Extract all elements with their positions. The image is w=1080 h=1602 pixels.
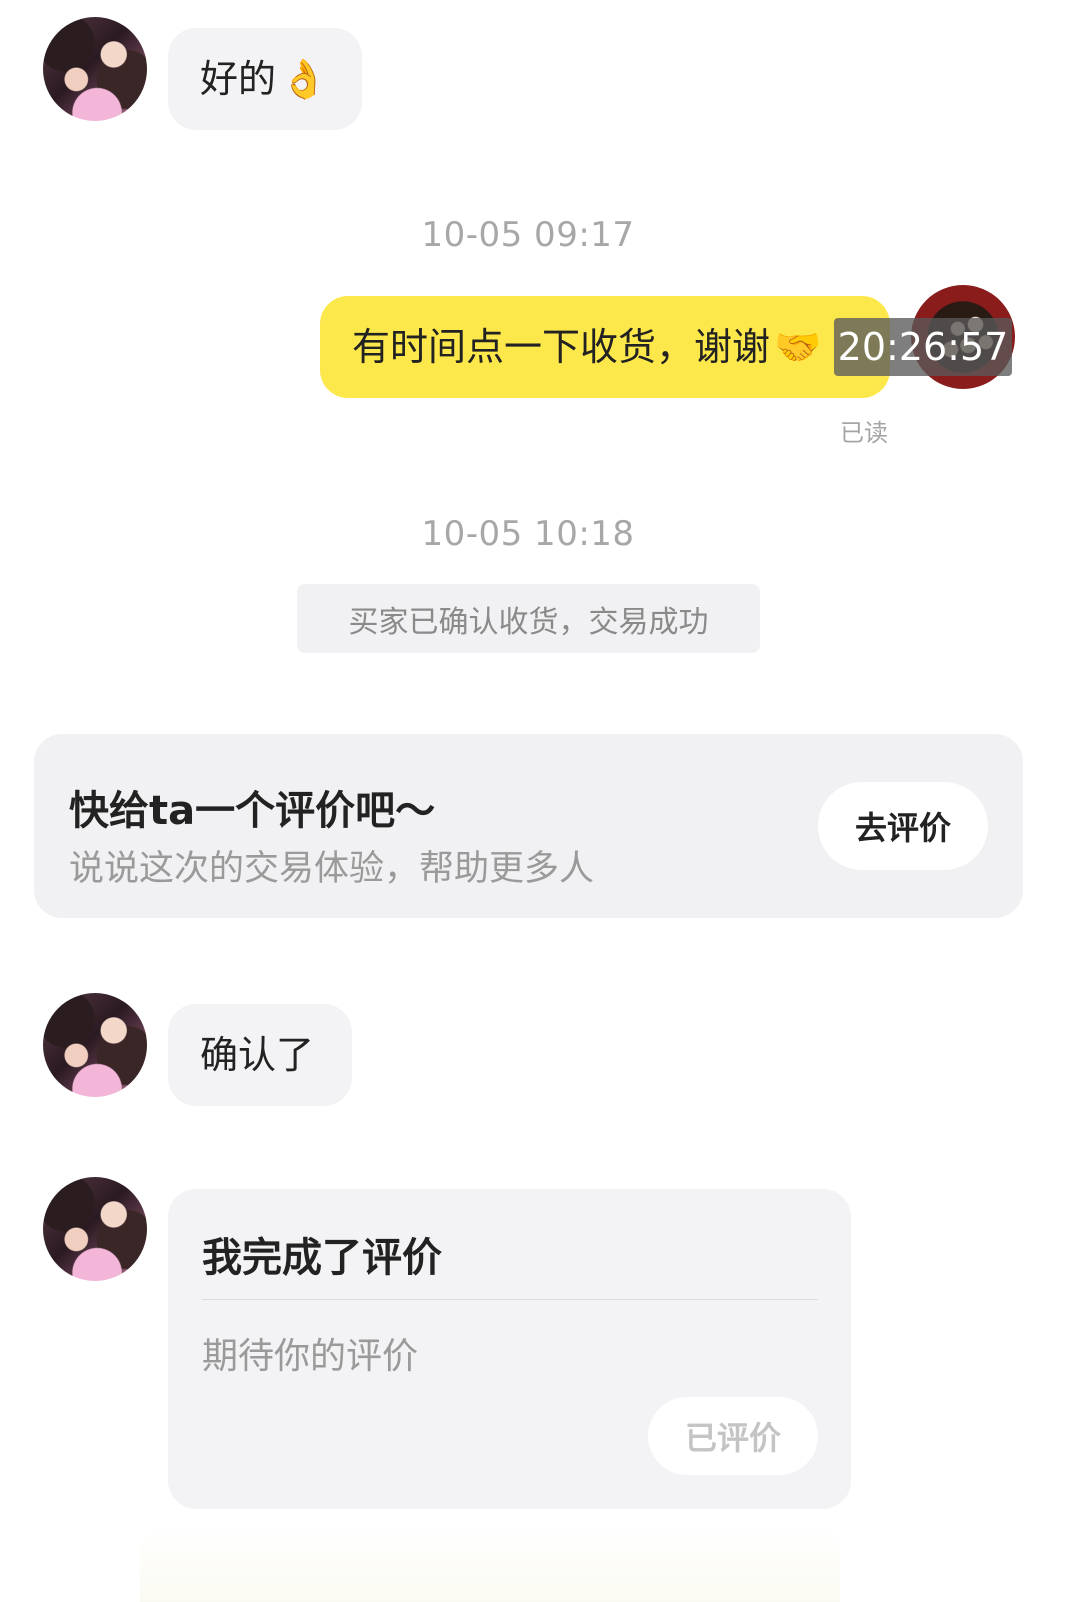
message-timestamp: 10-05 09:17 — [421, 215, 635, 255]
review-prompt-subtitle: 说说这次的交易体验，帮助更多人 — [69, 849, 595, 889]
read-receipt: 已读 — [840, 419, 888, 447]
review-completed-card[interactable]: 我完成了评价 期待你的评价 已评价 — [168, 1189, 851, 1509]
message-bubble[interactable]: 好的 👌 — [168, 28, 362, 130]
message-bubble-self[interactable]: 有时间点一下收货，谢谢 🤝 — [320, 296, 890, 398]
review-card-body: 期待你的评价 — [202, 1336, 419, 1377]
reviewed-button-label: 已评价 — [684, 1419, 781, 1457]
screen-clock-overlay: 20:26:57 — [834, 318, 1012, 376]
handshake-emoji: 🤝 — [774, 325, 822, 369]
message-text: 好的 — [200, 57, 277, 101]
review-card-divider — [202, 1299, 818, 1300]
reviewed-button[interactable]: 已评价 — [648, 1397, 818, 1475]
review-card-title: 我完成了评价 — [202, 1235, 442, 1281]
bottom-fade — [140, 1525, 840, 1602]
contact-avatar[interactable] — [43, 17, 147, 121]
contact-avatar[interactable] — [43, 1177, 147, 1281]
ok-hand-emoji: 👌 — [280, 57, 328, 101]
review-prompt-title: 快给ta一个评价吧～ — [69, 788, 436, 834]
message-text: 确认了 — [200, 1033, 315, 1077]
review-prompt-card: 快给ta一个评价吧～ 说说这次的交易体验，帮助更多人 去评价 — [34, 734, 1023, 918]
message-timestamp: 10-05 10:18 — [421, 514, 635, 554]
message-text: 有时间点一下收货，谢谢 — [352, 325, 771, 369]
message-bubble[interactable]: 确认了 — [168, 1004, 352, 1106]
go-review-button[interactable]: 去评价 — [818, 782, 988, 870]
system-notice: 买家已确认收货，交易成功 — [297, 584, 760, 653]
go-review-button-label: 去评价 — [854, 809, 951, 847]
contact-avatar[interactable] — [43, 993, 147, 1097]
